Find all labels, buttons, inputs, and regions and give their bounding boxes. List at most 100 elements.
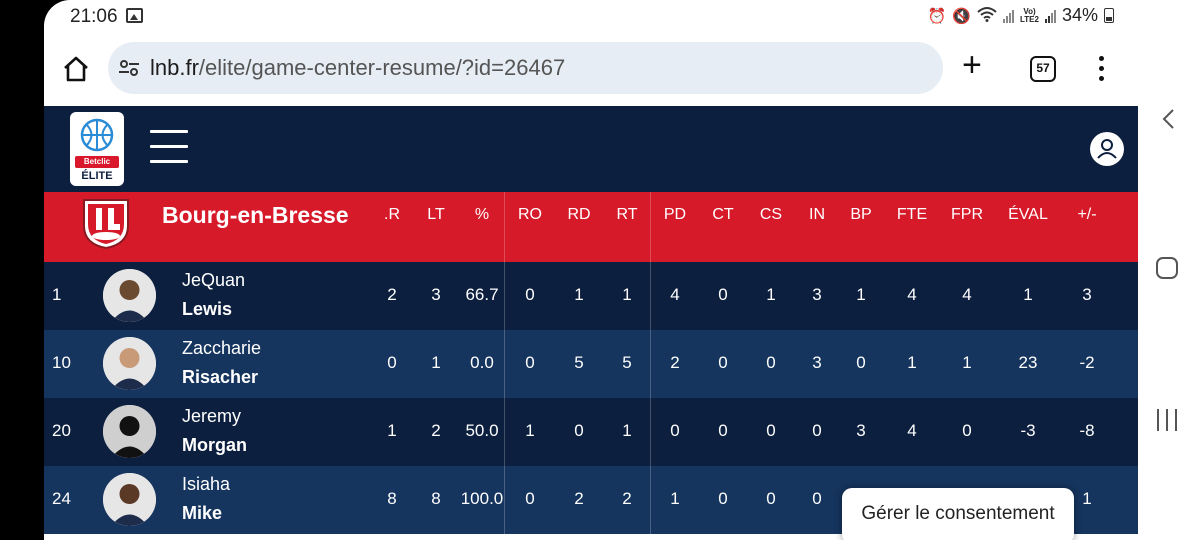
stat-cell: 1: [622, 285, 632, 304]
player-number: 1: [52, 285, 62, 304]
league-logo[interactable]: Betclic ÉLITE: [70, 112, 124, 186]
player-first-name[interactable]: Zaccharie: [182, 338, 261, 359]
stat-cell: 2: [431, 421, 441, 440]
mute-icon: 🔇: [952, 7, 971, 25]
menu-hamburger-icon[interactable]: [150, 130, 188, 164]
column-header[interactable]: LT: [412, 206, 460, 224]
player-avatar[interactable]: [103, 337, 156, 390]
battery-percent: 34%: [1061, 5, 1098, 25]
stat-cell: 1: [766, 285, 776, 304]
browser-menu-button[interactable]: [1098, 56, 1106, 82]
url-host: lnb.fr: [150, 55, 199, 80]
stat-cell: 23: [1018, 353, 1038, 372]
logo-league: ÉLITE: [81, 170, 113, 182]
team-logo: [78, 194, 134, 250]
column-header[interactable]: PD: [651, 206, 699, 224]
stat-cell: 0: [856, 353, 866, 372]
column-header[interactable]: CT: [699, 206, 747, 224]
alarm-icon: ⏰: [927, 7, 947, 25]
player-first-name[interactable]: JeQuan: [182, 270, 245, 291]
column-header[interactable]: RD: [555, 206, 603, 224]
player-last-name[interactable]: Mike: [182, 503, 222, 524]
home-nav-icon[interactable]: [1156, 257, 1178, 279]
site-settings-icon[interactable]: [118, 59, 140, 77]
signal-2-icon: [1044, 9, 1056, 23]
player-last-name[interactable]: Lewis: [182, 299, 232, 320]
address-bar[interactable]: lnb.fr/elite/game-center-resume/?id=2646…: [108, 42, 943, 94]
player-avatar[interactable]: [103, 269, 156, 322]
player-avatar[interactable]: [103, 473, 156, 526]
column-header[interactable]: RT: [603, 206, 651, 224]
column-header[interactable]: .R: [368, 206, 416, 224]
column-header[interactable]: RO: [506, 206, 554, 224]
stat-cell: 2: [670, 353, 680, 372]
site-header: Betclic ÉLITE: [44, 106, 1138, 192]
player-row[interactable]: 20 Jeremy Morgan 1 2 50.0 1 0 1 0 0 0 0 3 4 0 -3 -8: [44, 398, 1138, 466]
stat-cell: -8: [1079, 421, 1095, 440]
column-header[interactable]: %: [458, 206, 506, 224]
column-header[interactable]: +/-: [1063, 206, 1111, 224]
back-nav-icon[interactable]: [1160, 108, 1176, 130]
network-label: Vo) LTE2: [1020, 6, 1039, 24]
logo-brand: Betclic: [75, 156, 119, 168]
browser-toolbar: lnb.fr/elite/game-center-resume/?id=2646…: [44, 34, 1138, 106]
url-text[interactable]: lnb.fr/elite/game-center-resume/?id=2646…: [150, 55, 565, 81]
status-icons: ⏰ 🔇 Vo) LTE2 34%: [928, 5, 1114, 26]
stat-cell: -2: [1079, 353, 1095, 372]
user-account-button[interactable]: [1090, 132, 1124, 166]
network-type: LTE2: [1020, 14, 1039, 24]
stat-cell: 1: [1023, 285, 1033, 304]
home-icon: [64, 56, 88, 82]
stat-cell: 3: [1082, 285, 1092, 304]
stat-cell: 0: [525, 353, 535, 372]
player-row[interactable]: 10 Zaccharie Risacher 0 1 0.0 0 5 5 2 0 0 3 0 1 1 23 -2: [44, 330, 1138, 398]
stat-cell: 8: [431, 489, 441, 508]
stat-cell: 4: [907, 421, 917, 440]
tab-switcher-button[interactable]: 57: [1030, 56, 1056, 82]
phone-screen: 21:06 ⏰ 🔇 Vo) LTE2 34% lnb.fr/elite/game…: [44, 0, 1138, 540]
column-header[interactable]: ÉVAL: [1004, 206, 1052, 224]
stat-cell: 0: [670, 421, 680, 440]
gallery-notification-icon: [126, 8, 143, 23]
player-avatar[interactable]: [103, 405, 156, 458]
stat-cell: 0: [525, 285, 535, 304]
stat-cell: 0: [962, 421, 972, 440]
new-tab-button[interactable]: +: [962, 48, 982, 82]
recent-apps-icon[interactable]: [1157, 409, 1179, 431]
home-button[interactable]: [62, 56, 90, 82]
stat-cell: 2: [622, 489, 632, 508]
system-nav-bar: [1138, 0, 1200, 540]
column-header[interactable]: IN: [793, 206, 841, 224]
stat-cell: 0: [766, 353, 776, 372]
column-header[interactable]: FPR: [943, 206, 991, 224]
stat-cell: 1: [574, 285, 584, 304]
player-number: 20: [52, 421, 71, 440]
column-header[interactable]: CS: [747, 206, 795, 224]
stat-cell: 0.0: [470, 353, 494, 372]
stat-cell: 3: [431, 285, 441, 304]
player-row[interactable]: 1 JeQuan Lewis 2 3 66.7 0 1 1 4 0 1 3 1 4 4 1 3: [44, 262, 1138, 330]
player-last-name[interactable]: Morgan: [182, 435, 247, 456]
team-header-bar: Bourg-en-Bresse .R LT% RO RD RT PD CT CS IN BP FTE…: [44, 192, 1138, 262]
player-first-name[interactable]: Isiaha: [182, 474, 230, 495]
player-number: 24: [52, 489, 71, 508]
stat-cell: 2: [574, 489, 584, 508]
basketball-icon: [80, 118, 114, 152]
column-divider: [504, 192, 505, 540]
player-first-name[interactable]: Jeremy: [182, 406, 241, 427]
stat-cell: 0: [766, 421, 776, 440]
stat-cell: 0: [525, 489, 535, 508]
stat-cell: 1: [962, 353, 972, 372]
status-bar: 21:06 ⏰ 🔇 Vo) LTE2 34%: [44, 0, 1138, 34]
url-path: /elite/game-center-resume/?id=26467: [198, 55, 566, 80]
column-header[interactable]: FTE: [888, 206, 936, 224]
stat-cell: 0: [718, 353, 728, 372]
manage-consent-button[interactable]: Gérer le consentement: [842, 488, 1074, 540]
stat-cell: 1: [670, 489, 680, 508]
stat-cell: 0: [718, 285, 728, 304]
column-header[interactable]: BP: [837, 206, 885, 224]
player-last-name[interactable]: Risacher: [182, 367, 258, 388]
stat-cell: 1: [622, 421, 632, 440]
stat-cell: -3: [1020, 421, 1036, 440]
stat-cell: 0: [718, 421, 728, 440]
